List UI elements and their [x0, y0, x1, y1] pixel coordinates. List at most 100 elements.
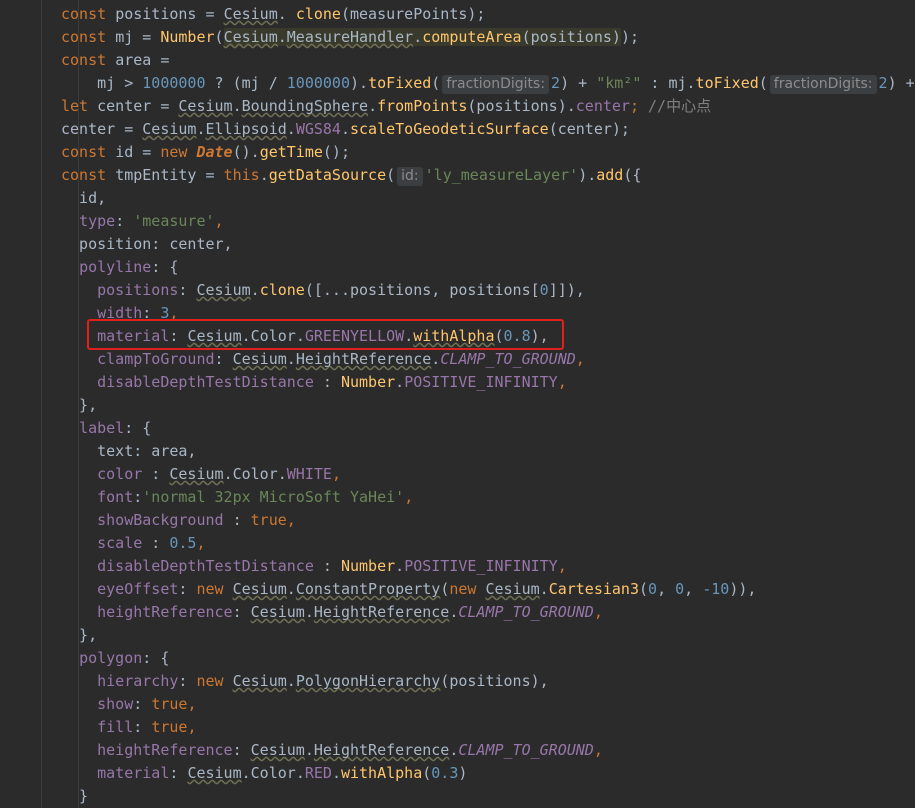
- code-token: eyeOffset: [97, 580, 179, 598]
- code-token: (center);: [548, 120, 630, 138]
- code-line[interactable]: position: center,: [61, 233, 233, 256]
- code-line[interactable]: showBackground : true,: [61, 509, 296, 532]
- code-token: :: [115, 212, 134, 230]
- code-token: this: [223, 166, 260, 184]
- code-line[interactable]: fill: true,: [61, 716, 196, 739]
- highlight-annotation-box: [87, 319, 564, 350]
- code-token: center: [575, 97, 630, 115]
- code-token: toFixed: [368, 74, 432, 92]
- code-line[interactable]: },: [61, 394, 97, 417]
- code-token: ) +: [887, 74, 915, 92]
- code-token: ,: [593, 603, 603, 621]
- code-token: ) +: [560, 74, 597, 92]
- code-token: showBackground: [97, 511, 224, 529]
- code-line[interactable]: heightReference: Cesium.HeightReference.…: [61, 739, 603, 762]
- code-token: fill: [97, 718, 134, 736]
- code-line[interactable]: text: area,: [61, 440, 196, 463]
- code-token: Cesium: [223, 28, 278, 46]
- code-token: const: [61, 166, 116, 184]
- code-line[interactable]: font:'normal 32px MicroSoft YaHei',: [61, 486, 413, 509]
- code-token: ,: [187, 695, 197, 713]
- code-token: ).: [578, 166, 597, 184]
- code-token: ,: [557, 373, 567, 391]
- code-token: POSITIVE_INFINITY: [404, 373, 558, 391]
- code-token: disableDepthTestDistance: [97, 557, 314, 575]
- code-token: (: [758, 74, 768, 92]
- code-token: ;: [629, 97, 639, 115]
- code-token: .: [431, 350, 441, 368]
- code-token: MeasureHandler: [286, 28, 414, 46]
- code-token: .: [413, 28, 423, 46]
- code-line[interactable]: const positions = Cesium. clone(measureP…: [61, 3, 485, 26]
- code-token: (: [386, 166, 396, 184]
- code-line[interactable]: positions: Cesium.clone([...positions, p…: [61, 279, 585, 302]
- code-token: 'ly_measureLayer': [424, 166, 579, 184]
- code-line[interactable]: disableDepthTestDistance : Number.POSITI…: [61, 371, 567, 394]
- code-token: : mj.: [641, 74, 696, 92]
- code-line[interactable]: }: [61, 785, 88, 808]
- code-line[interactable]: disableDepthTestDistance : Number.POSITI…: [61, 555, 567, 578]
- code-token: Cesium: [169, 465, 224, 483]
- parameter-hint: fractionDigits:: [442, 75, 550, 94]
- code-line[interactable]: polygon: {: [61, 647, 169, 670]
- code-editor[interactable]: const positions = Cesium. clone(measureP…: [0, 0, 915, 808]
- code-line[interactable]: const id = new Date().getTime();: [61, 141, 350, 164]
- code-line[interactable]: id,: [61, 187, 106, 210]
- code-line[interactable]: polyline: {: [61, 256, 178, 279]
- code-line[interactable]: const tmpEntity = this.getDataSource(id:…: [61, 164, 641, 187]
- code-token: HeightReference: [313, 741, 450, 759]
- code-token: : {: [142, 649, 170, 667]
- code-line[interactable]: heightReference: Cesium.HeightReference.…: [61, 601, 603, 624]
- code-token: .: [223, 465, 233, 483]
- code-token: :: [178, 580, 197, 598]
- code-token: 0.3: [431, 764, 459, 782]
- code-token: ): [458, 764, 468, 782]
- code-line[interactable]: show: true,: [61, 693, 196, 716]
- code-token: Number: [340, 373, 396, 391]
- code-line[interactable]: hierarchy: new Cesium.PolygonHierarchy(p…: [61, 670, 549, 693]
- code-line[interactable]: center = Cesium.Ellipsoid.WGS84.scaleToG…: [61, 118, 630, 141]
- code-line[interactable]: color : Cesium.Color.WHITE,: [61, 463, 341, 486]
- code-token: );: [620, 28, 639, 46]
- code-token: :: [178, 281, 197, 299]
- code-line[interactable]: },: [61, 624, 97, 647]
- code-token: clone: [259, 281, 305, 299]
- code-token: label: [79, 419, 125, 437]
- code-token: const: [61, 143, 116, 161]
- code-token: .: [277, 28, 287, 46]
- code-line[interactable]: mj > 1000000 ? (mj / 1000000).toFixed(fr…: [61, 72, 915, 95]
- code-token: computeArea: [422, 28, 522, 46]
- code-token: )),: [729, 580, 757, 598]
- code-line[interactable]: clampToGround: Cesium.HeightReference.CL…: [61, 348, 585, 371]
- code-line[interactable]: scale : 0.5,: [61, 532, 205, 555]
- code-token: (: [440, 580, 450, 598]
- code-token: HeightReference: [295, 350, 432, 368]
- code-token: clone: [295, 5, 341, 23]
- code-line[interactable]: material: Cesium.Color.RED.withAlpha(0.3…: [61, 762, 467, 785]
- code-token: color: [97, 465, 143, 483]
- code-line[interactable]: const area =: [61, 49, 169, 72]
- code-token: .: [331, 764, 341, 782]
- code-token: Cesium: [485, 580, 540, 598]
- code-token: Cesium: [250, 741, 305, 759]
- code-line[interactable]: let center = Cesium.BoundingSphere.fromP…: [61, 95, 711, 118]
- code-token: Cesium: [196, 281, 251, 299]
- code-line[interactable]: label: {: [61, 417, 151, 440]
- code-line[interactable]: type: 'measure',: [61, 210, 224, 233]
- code-token: ? (mj /: [205, 74, 287, 92]
- code-token: Number: [160, 28, 215, 46]
- code-line[interactable]: eyeOffset: new Cesium.ConstantProperty(n…: [61, 578, 756, 601]
- code-token: new: [449, 580, 486, 598]
- code-token: 0: [539, 281, 549, 299]
- code-token: BoundingSphere: [241, 97, 369, 115]
- code-token: 'measure': [133, 212, 215, 230]
- code-token: 2: [551, 74, 561, 92]
- code-line[interactable]: const mj = Number(Cesium.MeasureHandler.…: [61, 26, 639, 49]
- code-token: ,: [684, 580, 703, 598]
